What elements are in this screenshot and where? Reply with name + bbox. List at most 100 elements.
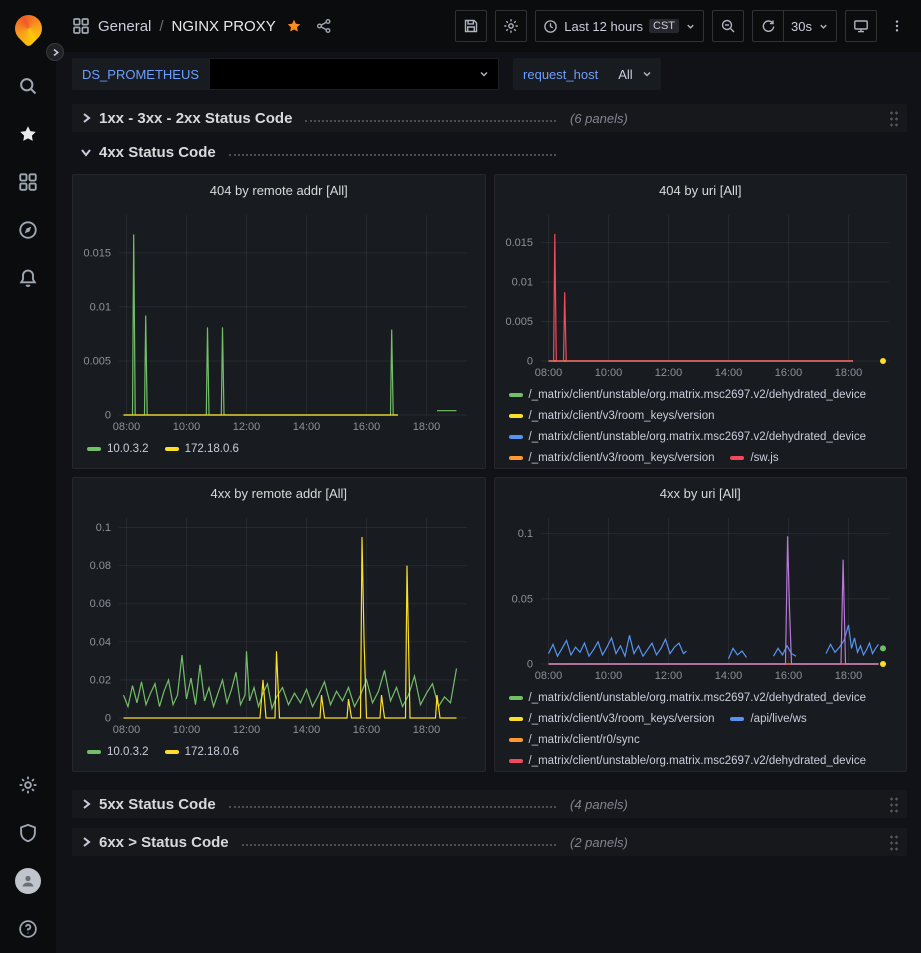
zoom-out-icon bbox=[720, 18, 736, 34]
timeseries-chart[interactable]: 00.0050.010.01508:0010:0012:0014:0016:00… bbox=[495, 205, 907, 381]
refresh-button[interactable] bbox=[752, 10, 784, 42]
svg-text:0.02: 0.02 bbox=[90, 674, 111, 686]
chevron-down-icon bbox=[818, 21, 829, 32]
svg-text:0.05: 0.05 bbox=[511, 593, 532, 605]
svg-text:10:00: 10:00 bbox=[173, 724, 201, 736]
row-drag-handle[interactable] bbox=[889, 110, 899, 127]
panel-title[interactable]: 404 by uri [All] bbox=[495, 175, 907, 205]
more-options-button[interactable] bbox=[885, 10, 909, 42]
grafana-logo[interactable] bbox=[8, 8, 48, 48]
sidebar-item-configuration[interactable] bbox=[6, 761, 50, 809]
legend-item[interactable]: /_matrix/client/unstable/org.matrix.msc2… bbox=[509, 753, 867, 769]
search-icon bbox=[18, 76, 38, 96]
svg-text:12:00: 12:00 bbox=[233, 421, 261, 433]
dotted-leader bbox=[242, 836, 556, 846]
svg-text:0: 0 bbox=[526, 659, 532, 671]
timezone-badge: CST bbox=[649, 19, 679, 33]
save-dashboard-button[interactable] bbox=[455, 10, 487, 42]
svg-text:18:00: 18:00 bbox=[834, 670, 862, 682]
row-drag-handle[interactable] bbox=[889, 834, 899, 851]
dashboard-settings-button[interactable] bbox=[495, 10, 527, 42]
variable-datasource-value-dropdown[interactable] bbox=[209, 58, 499, 90]
favorite-star-button[interactable] bbox=[286, 18, 302, 34]
share-icon bbox=[316, 18, 332, 34]
sidebar-item-search[interactable] bbox=[6, 62, 50, 110]
legend-series-swatch bbox=[509, 456, 523, 460]
zoom-out-time-button[interactable] bbox=[712, 10, 744, 42]
legend-item[interactable]: /_matrix/client/unstable/org.matrix.msc2… bbox=[509, 429, 867, 445]
sidebar-expand-button[interactable] bbox=[46, 43, 64, 61]
legend-item[interactable]: /api/live/ws bbox=[730, 711, 806, 727]
chevron-down-icon bbox=[478, 68, 490, 80]
legend-item[interactable]: /_matrix/client/v3/room_keys/version bbox=[509, 711, 715, 727]
breadcrumb-dashboard-title[interactable]: NGINX PROXY bbox=[172, 18, 276, 35]
legend-series-swatch bbox=[165, 750, 179, 754]
legend-series-label: 10.0.3.2 bbox=[107, 443, 149, 455]
variable-request-host-value: All bbox=[618, 67, 632, 82]
sidebar-item-starred[interactable] bbox=[6, 110, 50, 158]
refresh-interval-label: 30s bbox=[791, 19, 812, 34]
svg-text:14:00: 14:00 bbox=[293, 421, 321, 433]
share-dashboard-button[interactable] bbox=[316, 18, 332, 34]
panel-count: (4 panels) bbox=[570, 797, 628, 812]
svg-text:16:00: 16:00 bbox=[353, 724, 381, 736]
panel-404-by-uri: 404 by uri [All] 00.0050.010.01508:0010:… bbox=[494, 174, 908, 469]
row-4xx[interactable]: 4xx Status Code bbox=[72, 138, 907, 166]
variable-request-host-value-dropdown[interactable]: All bbox=[608, 58, 660, 90]
legend-item[interactable]: /_matrix/client/unstable/org.matrix.msc2… bbox=[509, 387, 867, 403]
cycle-view-mode-button[interactable] bbox=[845, 10, 877, 42]
legend-item[interactable]: /_matrix/client/unstable/org.matrix.msc2… bbox=[509, 690, 867, 706]
row-title: 5xx Status Code bbox=[99, 796, 216, 813]
chevron-down-icon bbox=[641, 68, 653, 80]
row-title: 4xx Status Code bbox=[99, 144, 216, 161]
svg-text:0.01: 0.01 bbox=[90, 301, 111, 313]
legend-series-label: /_matrix/client/unstable/org.matrix.msc2… bbox=[529, 692, 867, 704]
svg-text:0: 0 bbox=[526, 356, 532, 368]
sidebar-item-dashboards[interactable] bbox=[6, 158, 50, 206]
sidebar-item-profile[interactable] bbox=[6, 857, 50, 905]
svg-text:16:00: 16:00 bbox=[774, 367, 802, 379]
panel-legend: /_matrix/client/unstable/org.matrix.msc2… bbox=[495, 684, 907, 771]
svg-text:16:00: 16:00 bbox=[353, 421, 381, 433]
chevron-down-icon bbox=[80, 146, 92, 158]
timeseries-chart[interactable]: 00.050.108:0010:0012:0014:0016:0018:00 bbox=[495, 508, 907, 684]
row-1xx-3xx-2xx[interactable]: 1xx - 3xx - 2xx Status Code (6 panels) bbox=[72, 104, 907, 132]
legend-item[interactable]: 10.0.3.2 bbox=[87, 744, 149, 760]
sidebar-item-explore[interactable] bbox=[6, 206, 50, 254]
gear-icon bbox=[18, 775, 38, 795]
row-drag-handle[interactable] bbox=[889, 796, 899, 813]
legend-item[interactable]: 172.18.0.6 bbox=[165, 441, 239, 457]
panel-title[interactable]: 4xx by uri [All] bbox=[495, 478, 907, 508]
panel-404-by-remote-addr: 404 by remote addr [All] 00.0050.010.015… bbox=[72, 174, 486, 469]
panel-title[interactable]: 404 by remote addr [All] bbox=[73, 175, 485, 205]
legend-series-swatch bbox=[509, 759, 523, 763]
sidebar-item-alerting[interactable] bbox=[6, 254, 50, 302]
row-5xx[interactable]: 5xx Status Code (4 panels) bbox=[72, 790, 907, 818]
legend-series-swatch bbox=[87, 750, 101, 754]
dotted-leader bbox=[229, 146, 556, 156]
sidebar-item-help[interactable] bbox=[6, 905, 50, 953]
legend-item[interactable]: 10.0.3.2 bbox=[87, 441, 149, 457]
svg-text:08:00: 08:00 bbox=[113, 724, 141, 736]
timeseries-chart[interactable]: 00.0050.010.01508:0010:0012:0014:0016:00… bbox=[73, 205, 485, 435]
legend-item[interactable]: /_matrix/client/r0/sync bbox=[509, 732, 640, 748]
legend-item[interactable]: /sw.js bbox=[730, 450, 778, 466]
legend-item[interactable]: /_matrix/client/v3/room_keys/version bbox=[509, 450, 715, 466]
legend-series-label: /_matrix/client/unstable/org.matrix.msc2… bbox=[529, 389, 867, 401]
legend-item[interactable]: /_matrix/client/v3/room_keys/version bbox=[509, 408, 715, 424]
time-range-label: Last 12 hours bbox=[564, 19, 643, 34]
legend-series-swatch bbox=[509, 738, 523, 742]
help-icon bbox=[18, 919, 38, 939]
svg-text:0.015: 0.015 bbox=[83, 247, 111, 259]
row-6xx[interactable]: 6xx > Status Code (2 panels) bbox=[72, 828, 907, 856]
sidebar-item-server-admin[interactable] bbox=[6, 809, 50, 857]
legend-item[interactable]: 172.18.0.6 bbox=[165, 744, 239, 760]
time-range-picker[interactable]: Last 12 hours CST bbox=[535, 10, 704, 42]
panel-title[interactable]: 4xx by remote addr [All] bbox=[73, 478, 485, 508]
row-title: 1xx - 3xx - 2xx Status Code bbox=[99, 110, 292, 127]
svg-text:16:00: 16:00 bbox=[774, 670, 802, 682]
timeseries-chart[interactable]: 00.020.040.060.080.108:0010:0012:0014:00… bbox=[73, 508, 485, 738]
breadcrumb-folder[interactable]: General bbox=[98, 18, 151, 35]
breadcrumb-separator: / bbox=[159, 18, 163, 35]
refresh-interval-dropdown[interactable]: 30s bbox=[784, 10, 837, 42]
